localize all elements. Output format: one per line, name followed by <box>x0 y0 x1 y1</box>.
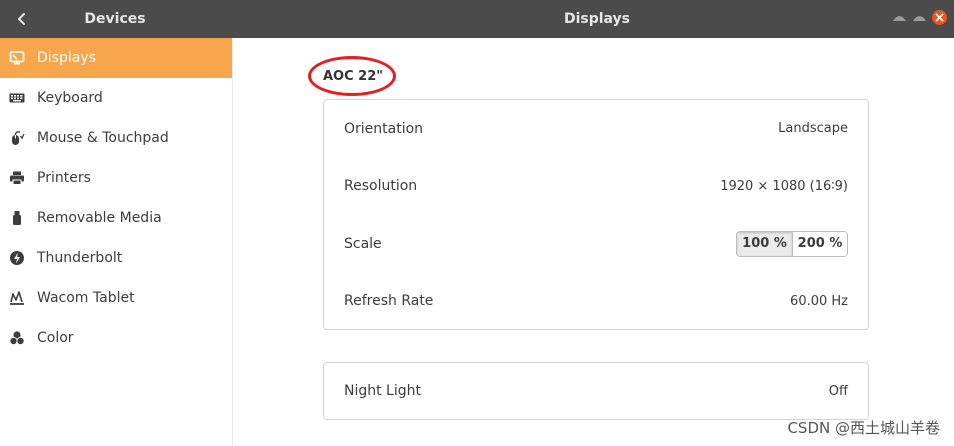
display-settings-card: Orientation Landscape Resolution 1920 × … <box>323 99 869 330</box>
sidebar-item-displays[interactable]: Displays <box>0 38 232 78</box>
orientation-label: Orientation <box>344 120 424 137</box>
mouse-icon <box>8 129 26 147</box>
highlight-annotation <box>308 56 396 96</box>
sidebar-item-wacom-tablet[interactable]: Wacom Tablet <box>0 278 232 318</box>
scale-100-button[interactable]: 100 % <box>737 231 792 256</box>
sidebar-item-label: Keyboard <box>37 90 103 106</box>
printer-icon <box>8 169 26 187</box>
keyboard-icon <box>8 89 26 107</box>
page-title: Displays <box>563 11 631 27</box>
main-panel: AOC 22" Orientation Landscape Resolution… <box>234 38 954 446</box>
panel-title: Devices <box>84 11 146 27</box>
sidebar-item-label: Displays <box>37 50 96 66</box>
minimize-icon <box>893 16 906 21</box>
refresh-rate-value: 60.00 Hz <box>790 293 848 309</box>
sidebar-item-label: Thunderbolt <box>37 250 123 266</box>
sidebar-item-label: Removable Media <box>37 210 162 226</box>
maximize-icon <box>913 16 926 21</box>
sidebar-item-mouse-touchpad[interactable]: Mouse & Touchpad <box>0 118 232 158</box>
header-bar: Devices Displays <box>0 0 954 38</box>
night-light-label: Night Light <box>344 383 421 399</box>
color-icon <box>8 329 26 347</box>
resolution-row[interactable]: Resolution 1920 × 1080 (16∶9) <box>324 158 868 216</box>
usb-drive-icon <box>8 209 26 227</box>
minimize-button[interactable] <box>891 9 908 26</box>
close-button[interactable] <box>931 9 948 26</box>
tablet-icon <box>8 289 26 307</box>
night-light-value: Off <box>828 383 848 399</box>
night-light-card: Night Light Off <box>323 362 869 420</box>
thunderbolt-icon <box>8 249 26 267</box>
sidebar-item-label: Wacom Tablet <box>37 290 135 306</box>
close-icon <box>932 10 947 25</box>
sidebar-item-color[interactable]: Color <box>0 318 232 358</box>
sidebar-item-removable-media[interactable]: Removable Media <box>0 198 232 238</box>
sidebar-item-label: Color <box>37 330 74 346</box>
scale-row: Scale 100 % 200 % <box>324 215 868 273</box>
resolution-label: Resolution <box>344 178 418 195</box>
scale-toggle-group: 100 % 200 % <box>736 230 848 257</box>
scale-200-button[interactable]: 200 % <box>792 231 847 256</box>
scale-label: Scale <box>344 235 382 252</box>
sidebar-item-keyboard[interactable]: Keyboard <box>0 78 232 118</box>
window-controls <box>891 9 948 26</box>
sidebar-item-label: Printers <box>37 170 91 186</box>
orientation-value: Landscape <box>778 121 848 137</box>
orientation-row[interactable]: Orientation Landscape <box>324 100 868 158</box>
refresh-rate-row[interactable]: Refresh Rate 60.00 Hz <box>324 273 868 331</box>
sidebar-item-thunderbolt[interactable]: Thunderbolt <box>0 238 232 278</box>
maximize-button[interactable] <box>911 9 928 26</box>
night-light-row[interactable]: Night Light Off <box>324 363 868 419</box>
refresh-rate-label: Refresh Rate <box>344 293 434 310</box>
sidebar-item-printers[interactable]: Printers <box>0 158 232 198</box>
sidebar-item-label: Mouse & Touchpad <box>37 130 169 146</box>
resolution-value: 1920 × 1080 (16∶9) <box>720 178 848 194</box>
sidebar: Displays Keyboard Mouse & Touchpad Print… <box>0 38 233 446</box>
watermark: CSDN @西土城山羊卷 <box>787 419 940 437</box>
display-icon <box>8 49 26 67</box>
